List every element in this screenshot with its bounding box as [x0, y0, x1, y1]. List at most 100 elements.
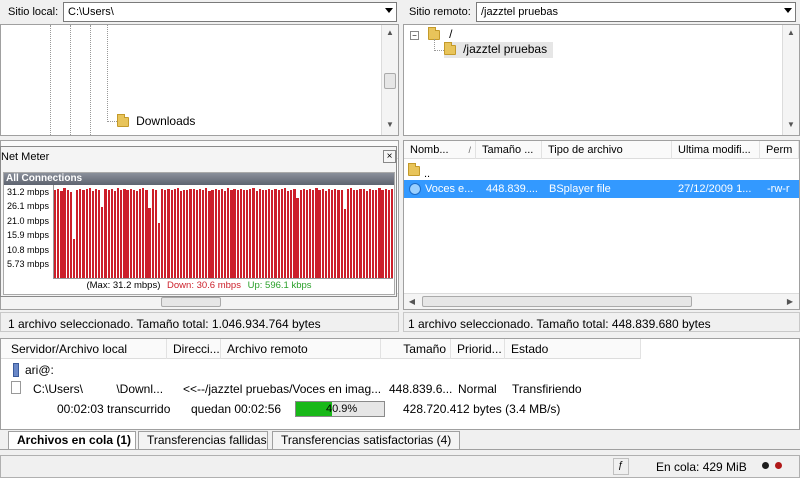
chart-bar — [151, 188, 154, 278]
plot-area — [53, 185, 394, 279]
column-header-size[interactable]: Tamaño ... — [476, 141, 542, 159]
status-bar: ƒ En cola: 429 MiB — [0, 455, 800, 478]
scroll-left-icon[interactable]: ◀ — [404, 294, 420, 310]
footer-down: Down: 30.6 mbps — [167, 280, 241, 291]
column-header-name[interactable]: Nomb... / — [404, 141, 476, 159]
folder-icon — [117, 114, 129, 128]
chart-bar — [186, 190, 189, 278]
chart-bar — [365, 190, 368, 278]
tree-item-label: /jazztel pruebas — [463, 42, 548, 56]
tab-queued[interactable]: Archivos en cola (1) — [8, 431, 136, 449]
remote-hscrollbar[interactable]: ◀ ▶ — [404, 293, 799, 309]
chart-bar — [220, 189, 224, 278]
chart-bar — [324, 190, 327, 278]
status-led-recv-icon — [762, 462, 769, 469]
y-tick-label: 26.1 mbps — [7, 201, 50, 211]
elapsed-time: 00:02:03 transcurrido — [57, 402, 171, 416]
chart-bar — [305, 190, 309, 278]
column-header-priority[interactable]: Priorid... — [451, 339, 505, 359]
chart-bar — [79, 188, 82, 278]
queue-panel[interactable]: Servidor/Archivo local Direcci... Archiv… — [0, 338, 800, 430]
net-meter-window[interactable]: Net Meter × All Connections 31.2 mbps 26… — [0, 146, 397, 297]
footer-max: (Max: 31.2 mbps) — [86, 280, 161, 291]
column-header-type[interactable]: Tipo de archivo — [542, 141, 672, 159]
collapse-icon[interactable]: − — [410, 30, 419, 40]
chart-bar — [356, 189, 359, 278]
progress-row: 00:02:03 transcurrido quedan 00:02:56 40… — [1, 399, 800, 419]
column-header-state[interactable]: Estado — [505, 339, 641, 359]
local-site-input[interactable]: C:\Users\ — [63, 2, 397, 22]
column-header-perms[interactable]: Perm — [760, 141, 799, 159]
scroll-down-icon[interactable]: ▼ — [382, 117, 398, 133]
chart-title: All Connections — [6, 173, 83, 184]
status-led-send-icon — [775, 462, 782, 469]
chart-bar — [211, 189, 214, 278]
chart-bar — [142, 188, 145, 278]
remote-tree-scrollbar[interactable]: ▲ ▼ — [782, 25, 799, 135]
local-tree[interactable]: Downloads ▲ ▼ — [0, 24, 399, 136]
local-site-label: Sitio local: — [8, 6, 59, 18]
tab-successful[interactable]: Transferencias satisfactorias (4) — [272, 431, 460, 449]
remote-tree[interactable]: − / /jazztel pruebas ▲ ▼ — [403, 24, 800, 136]
scroll-down-icon[interactable]: ▼ — [783, 117, 799, 133]
scroll-thumb[interactable] — [161, 297, 221, 307]
column-header-size[interactable]: Tamaño — [381, 339, 451, 359]
filter-icon[interactable]: ƒ — [618, 460, 624, 471]
folder-icon — [444, 42, 456, 56]
chart-bar — [255, 190, 258, 278]
sort-icon: / — [468, 145, 471, 155]
column-header-remote-file[interactable]: Archivo remoto — [221, 339, 381, 359]
close-button[interactable]: × — [383, 150, 396, 163]
chevron-down-icon[interactable] — [385, 8, 393, 13]
remote-status: 1 archivo seleccionado. Tamaño total: 44… — [403, 312, 800, 332]
chart-bar — [110, 189, 113, 278]
tab-failed[interactable]: Transferencias fallidas — [138, 431, 268, 449]
scroll-thumb[interactable] — [422, 296, 692, 307]
remote-site-path: /jazztel pruebas — [481, 6, 559, 18]
tree-line — [107, 121, 117, 122]
chart-bar — [198, 188, 202, 278]
local-tree-scrollbar[interactable]: ▲ ▼ — [381, 25, 398, 135]
chart-bar — [299, 189, 302, 278]
chart-bar — [85, 188, 88, 278]
chart-bar — [362, 188, 365, 278]
tree-item-jazztel[interactable]: /jazztel pruebas — [444, 42, 554, 58]
tree-item-downloads[interactable]: Downloads — [117, 114, 195, 128]
chevron-down-icon[interactable] — [784, 8, 792, 13]
list-item-file[interactable]: Voces e... 448.839.... BSplayer file 27/… — [404, 180, 799, 198]
file-icon — [11, 381, 21, 394]
chart-bar — [315, 188, 318, 278]
scroll-up-icon[interactable]: ▲ — [783, 25, 799, 41]
remote-file-list[interactable]: Nomb... / Tamaño ... Tipo de archivo Ult… — [403, 140, 800, 310]
server-row[interactable]: ari@: — [1, 361, 401, 379]
net-meter-title: Net Meter — [1, 151, 50, 163]
scroll-up-icon[interactable]: ▲ — [382, 25, 398, 41]
remote-site-input[interactable]: /jazztel pruebas — [476, 2, 796, 22]
chart-bar — [387, 189, 390, 278]
tree-root[interactable]: − / — [410, 27, 452, 41]
chart-bar — [277, 190, 280, 278]
chart-bar — [135, 191, 139, 278]
chart-bar — [94, 189, 98, 278]
column-header-direction[interactable]: Direcci... — [167, 339, 221, 359]
chart-bar — [195, 190, 198, 278]
y-tick-label: 31.2 mbps — [7, 187, 50, 197]
chart-bar — [349, 188, 353, 278]
transfer-row[interactable]: C:\Users\ \Downl... <<--/jazztel pruebas… — [1, 379, 800, 399]
bsplayer-file-icon — [409, 183, 421, 195]
chart-bar — [72, 239, 76, 278]
column-header-modified[interactable]: Ultima modifi... — [672, 141, 760, 159]
column-header-local-file[interactable]: Servidor/Archivo local — [5, 339, 167, 359]
scroll-right-icon[interactable]: ▶ — [782, 294, 798, 310]
queue-header: Servidor/Archivo local Direcci... Archiv… — [1, 339, 641, 359]
transfer-priority: Normal — [458, 382, 497, 396]
chart-bar — [274, 189, 277, 278]
transfer-remote-path: /jazztel pruebas/Voces en imag... — [205, 382, 382, 396]
file-type: BSplayer file — [549, 183, 611, 195]
chart-bar — [82, 190, 85, 278]
chart-bar — [337, 190, 340, 278]
list-item-parent[interactable]: .. — [408, 163, 788, 181]
close-icon[interactable]: × — [387, 151, 393, 162]
bytes-info: 428.720.412 bytes (3.4 MB/s) — [403, 402, 561, 416]
scroll-thumb[interactable] — [384, 73, 396, 89]
